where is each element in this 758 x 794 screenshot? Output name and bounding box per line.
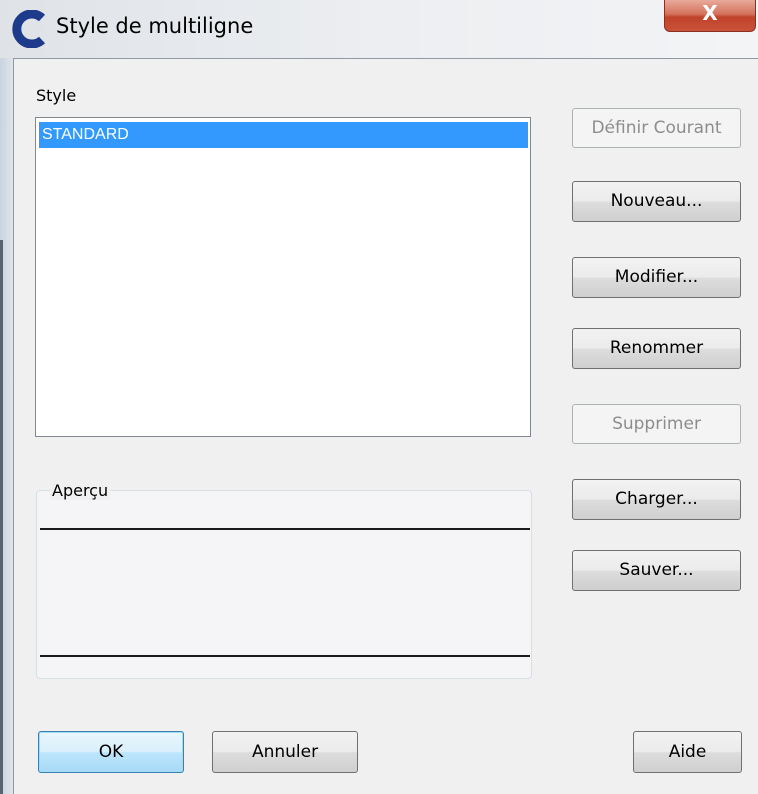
preview-line-bottom — [40, 655, 530, 657]
close-button[interactable]: X — [664, 0, 756, 32]
save-button[interactable]: Sauver... — [572, 550, 741, 591]
title-bar[interactable]: Style de multiligne X — [0, 0, 758, 58]
window-edge — [0, 240, 3, 794]
preview-line-top — [40, 528, 530, 530]
rename-button[interactable]: Renommer — [572, 328, 741, 369]
set-current-button[interactable]: Définir Courant — [572, 108, 741, 148]
load-button[interactable]: Charger... — [572, 479, 741, 520]
style-listbox[interactable]: STANDARD — [35, 117, 531, 437]
delete-button[interactable]: Supprimer — [572, 404, 741, 444]
cancel-button[interactable]: Annuler — [212, 731, 358, 773]
preview-group — [36, 490, 532, 679]
new-button[interactable]: Nouveau... — [572, 181, 741, 222]
app-logo-icon — [12, 10, 46, 48]
close-icon: X — [702, 1, 718, 25]
preview-label: Aperçu — [50, 481, 111, 500]
window-title: Style de multiligne — [56, 14, 254, 38]
style-list-label: Style — [36, 86, 77, 105]
modify-button[interactable]: Modifier... — [572, 257, 741, 298]
help-button[interactable]: Aide — [633, 731, 742, 773]
ok-button[interactable]: OK — [38, 731, 184, 773]
multiline-style-dialog: Style de multiligne X Style STANDARD Ape… — [0, 0, 758, 794]
list-item-standard[interactable]: STANDARD — [39, 122, 528, 148]
